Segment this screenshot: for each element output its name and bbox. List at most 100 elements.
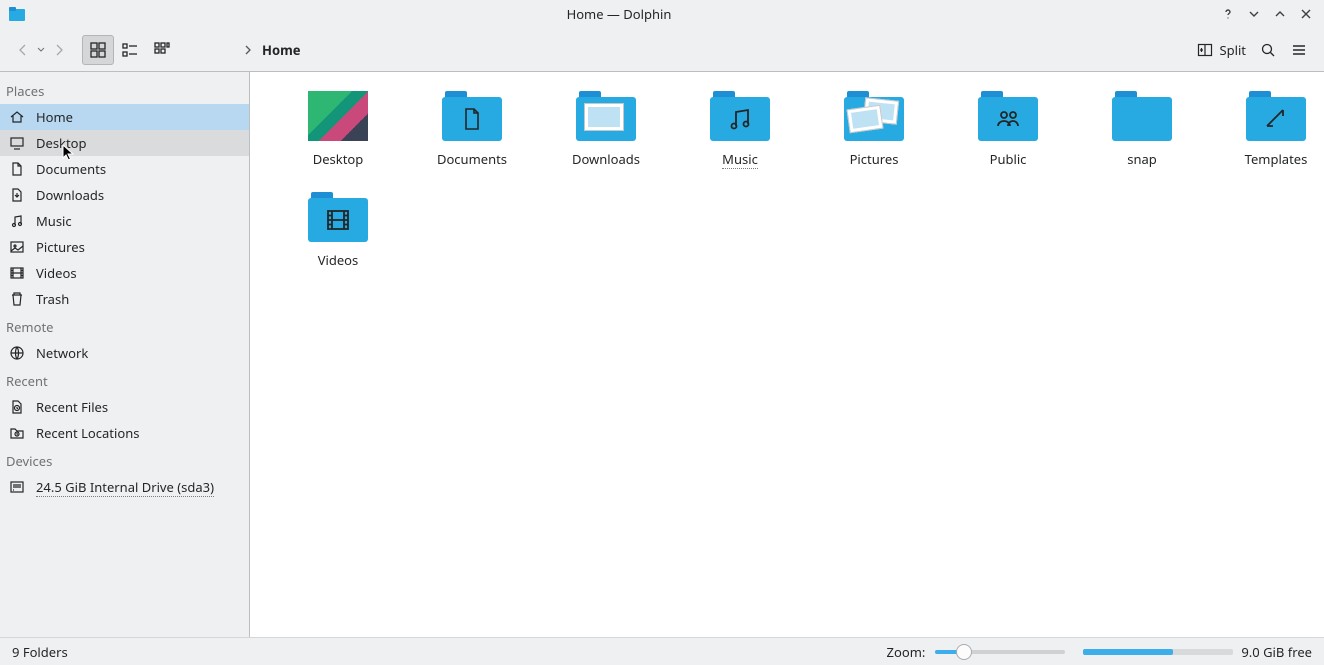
folder-item-music[interactable]: Music (680, 88, 800, 169)
breadcrumb-location[interactable]: Home (258, 41, 305, 59)
sidebar-item-label: 24.5 GiB Internal Drive (sda3) (36, 478, 214, 497)
folder-item-pictures[interactable]: Pictures (814, 88, 934, 169)
forward-button[interactable] (46, 35, 72, 65)
search-button[interactable] (1254, 35, 1282, 65)
home-icon (8, 109, 26, 125)
minimize-button[interactable] (1244, 4, 1264, 24)
sidebar-item-desktop[interactable]: Desktop (0, 130, 249, 156)
file-view[interactable]: Desktop Documents Downloads Music Pictures Pu… (250, 72, 1324, 637)
pictures-icon (8, 239, 26, 255)
window-title: Home — Dolphin (26, 5, 1212, 23)
hamburger-menu-button[interactable] (1284, 35, 1314, 65)
split-button[interactable]: Split (1191, 35, 1252, 65)
folder-item-snap[interactable]: snap (1082, 88, 1202, 169)
folder-item-videos[interactable]: Videos (278, 189, 398, 269)
folder-label: Pictures (850, 150, 899, 168)
main-area: Places Home Desktop Documents Downloads Music… (0, 72, 1324, 637)
folder-label: Videos (318, 251, 359, 269)
split-label: Split (1219, 41, 1246, 59)
folder-icon (1244, 88, 1308, 144)
back-button[interactable] (10, 35, 36, 65)
folder-label: Desktop (313, 150, 364, 168)
folder-icon (1110, 88, 1174, 144)
sidebar-item-trash[interactable]: Trash (0, 286, 249, 312)
folder-label: Templates (1245, 150, 1308, 168)
sidebar-item-label: Network (36, 344, 241, 362)
sidebar-item-label: Downloads (36, 186, 241, 204)
document-icon (8, 161, 26, 177)
zoom-label: Zoom: (887, 643, 926, 661)
close-button[interactable] (1296, 4, 1316, 24)
sidebar-item-home[interactable]: Home (0, 104, 249, 130)
folder-icon (574, 88, 638, 144)
folder-icon (842, 88, 906, 144)
sidebar-section-recent: Recent (0, 366, 249, 394)
desktop-icon (8, 135, 26, 151)
sidebar-item-label: Home (36, 108, 241, 126)
folder-icon (306, 189, 370, 245)
sidebar-section-remote: Remote (0, 312, 249, 340)
folder-icon (440, 88, 504, 144)
sidebar-item-label: Videos (36, 264, 241, 282)
sidebar-item-label: Trash (36, 290, 241, 308)
folder-label: Music (722, 150, 758, 169)
sidebar-item-label: Recent Files (36, 398, 241, 416)
help-button[interactable] (1218, 4, 1238, 24)
folder-item-documents[interactable]: Documents (412, 88, 532, 169)
status-summary: 9 Folders (12, 643, 68, 661)
sidebar-item-label: Recent Locations (36, 424, 241, 442)
folder-item-desktop[interactable]: Desktop (278, 88, 398, 169)
free-space-label: 9.0 GiB free (1241, 643, 1312, 661)
folder-label: Downloads (572, 150, 640, 168)
sidebar-section-places: Places (0, 76, 249, 104)
icons-view-button[interactable] (82, 35, 114, 65)
videos-icon (8, 265, 26, 281)
capacity-indicator: 9.0 GiB free (1075, 643, 1312, 661)
folder-icon (708, 88, 772, 144)
recent-files-icon (8, 399, 26, 415)
sidebar-item-recent-files[interactable]: Recent Files (0, 394, 249, 420)
toolbar: Home Split (0, 28, 1324, 72)
folder-label: Documents (437, 150, 507, 168)
sidebar-section-devices: Devices (0, 446, 249, 474)
maximize-button[interactable] (1270, 4, 1290, 24)
sidebar-item-network[interactable]: Network (0, 340, 249, 366)
back-history-dropdown[interactable] (36, 35, 46, 65)
sidebar-item-label: Desktop (36, 134, 241, 152)
sidebar-item-label: Music (36, 212, 241, 230)
breadcrumb[interactable]: Home (238, 35, 305, 65)
statusbar: 9 Folders Zoom: 9.0 GiB free (0, 637, 1324, 665)
sidebar-item-downloads[interactable]: Downloads (0, 182, 249, 208)
folder-icon (306, 88, 370, 144)
zoom-slider[interactable] (935, 650, 1065, 654)
app-icon (8, 5, 26, 23)
places-panel: Places Home Desktop Documents Downloads Music… (0, 72, 250, 637)
sidebar-item-recent-locations[interactable]: Recent Locations (0, 420, 249, 446)
folder-item-public[interactable]: Public (948, 88, 1068, 169)
zoom-slider-knob[interactable] (956, 644, 972, 660)
folder-item-downloads[interactable]: Downloads (546, 88, 666, 169)
sidebar-item-pictures[interactable]: Pictures (0, 234, 249, 260)
titlebar: Home — Dolphin (0, 0, 1324, 28)
network-icon (8, 345, 26, 361)
details-view-button[interactable] (146, 35, 178, 65)
compact-view-button[interactable] (114, 35, 146, 65)
music-icon (8, 213, 26, 229)
capacity-bar (1083, 649, 1233, 655)
sidebar-item-music[interactable]: Music (0, 208, 249, 234)
recent-locations-icon (8, 425, 26, 441)
breadcrumb-chevron-icon (238, 35, 258, 65)
trash-icon (8, 291, 26, 307)
view-mode-group (82, 35, 178, 65)
folder-item-templates[interactable]: Templates (1216, 88, 1324, 169)
folder-label: Public (990, 150, 1027, 168)
sidebar-item-label: Pictures (36, 238, 241, 256)
sidebar-item-videos[interactable]: Videos (0, 260, 249, 286)
drive-icon (8, 479, 26, 495)
sidebar-item-documents[interactable]: Documents (0, 156, 249, 182)
sidebar-item-24-5-gib-internal-drive-sda3-[interactable]: 24.5 GiB Internal Drive (sda3) (0, 474, 249, 500)
folder-label: snap (1127, 150, 1157, 168)
download-icon (8, 187, 26, 203)
zoom-control: Zoom: (887, 643, 1076, 661)
folder-icon (976, 88, 1040, 144)
